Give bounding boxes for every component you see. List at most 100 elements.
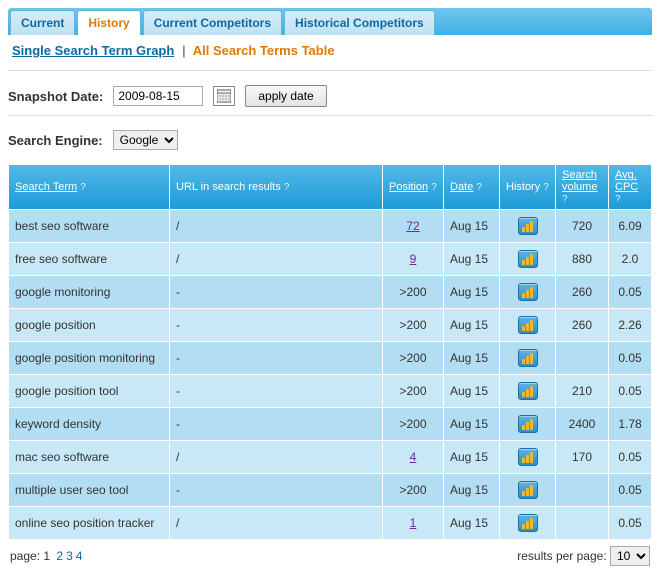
- cell-history[interactable]: [500, 210, 555, 242]
- table-row: google position tool->200Aug 152100.05: [9, 375, 651, 407]
- snapshot-label: Snapshot Date:: [8, 89, 103, 104]
- cell-history[interactable]: [500, 474, 555, 506]
- cell-cpc: 0.05: [609, 441, 651, 473]
- cell-url: -: [170, 474, 382, 506]
- tab-historical-competitors[interactable]: Historical Competitors: [284, 10, 435, 35]
- results-table: Search Term ? URL in search results ? Po…: [8, 164, 652, 540]
- cell-position: >200: [383, 276, 443, 308]
- cell-volume: 880: [556, 243, 608, 275]
- cell-volume: 260: [556, 309, 608, 341]
- cell-date: Aug 15: [444, 210, 499, 242]
- cell-volume: [556, 507, 608, 539]
- cell-url: /: [170, 441, 382, 473]
- cell-date: Aug 15: [444, 474, 499, 506]
- header-history: History ?: [500, 165, 555, 209]
- cell-history[interactable]: [500, 243, 555, 275]
- page-label: page:: [10, 549, 40, 563]
- cell-term: online seo position tracker: [9, 507, 169, 539]
- cell-term: keyword density: [9, 408, 169, 440]
- cell-cpc: 2.0: [609, 243, 651, 275]
- chart-icon[interactable]: [518, 316, 538, 334]
- page-link[interactable]: 4: [76, 549, 83, 563]
- chart-icon[interactable]: [518, 448, 538, 466]
- cell-term: google position: [9, 309, 169, 341]
- cell-date: Aug 15: [444, 375, 499, 407]
- cell-term: mac seo software: [9, 441, 169, 473]
- chart-icon[interactable]: [518, 283, 538, 301]
- chart-icon[interactable]: [518, 382, 538, 400]
- cell-date: Aug 15: [444, 408, 499, 440]
- cell-term: google monitoring: [9, 276, 169, 308]
- divider: [8, 70, 652, 71]
- cell-volume: [556, 342, 608, 374]
- pagination: page: 1 234: [10, 549, 82, 563]
- tab-current[interactable]: Current: [10, 10, 75, 35]
- cell-cpc: 1.78: [609, 408, 651, 440]
- cell-url: /: [170, 507, 382, 539]
- engine-row: Search Engine: Google: [8, 126, 652, 154]
- single-term-graph-link[interactable]: Single Search Term Graph: [12, 43, 174, 58]
- cell-url: -: [170, 375, 382, 407]
- table-row: free seo software/9Aug 158802.0: [9, 243, 651, 275]
- cell-url: -: [170, 276, 382, 308]
- all-terms-table-label: All Search Terms Table: [193, 43, 335, 58]
- cell-position[interactable]: 1: [383, 507, 443, 539]
- chart-icon[interactable]: [518, 250, 538, 268]
- apply-date-button[interactable]: apply date: [245, 85, 326, 107]
- cell-term: multiple user seo tool: [9, 474, 169, 506]
- cell-position: >200: [383, 408, 443, 440]
- cell-url: -: [170, 309, 382, 341]
- cell-date: Aug 15: [444, 441, 499, 473]
- header-cpc[interactable]: Avg. CPC ?: [609, 165, 651, 209]
- header-position[interactable]: Position ?: [383, 165, 443, 209]
- snapshot-row: Snapshot Date: apply date: [8, 81, 652, 111]
- table-row: best seo software/72Aug 157206.09: [9, 210, 651, 242]
- cell-history[interactable]: [500, 309, 555, 341]
- search-engine-select[interactable]: Google: [113, 130, 178, 150]
- cell-history[interactable]: [500, 507, 555, 539]
- cell-history[interactable]: [500, 276, 555, 308]
- cell-volume: 2400: [556, 408, 608, 440]
- header-volume[interactable]: Search volume ?: [556, 165, 608, 209]
- cell-position[interactable]: 4: [383, 441, 443, 473]
- chart-icon[interactable]: [518, 349, 538, 367]
- cell-cpc: 2.26: [609, 309, 651, 341]
- cell-date: Aug 15: [444, 243, 499, 275]
- calendar-icon: [217, 89, 231, 103]
- cell-cpc: 6.09: [609, 210, 651, 242]
- search-engine-label: Search Engine:: [8, 133, 103, 148]
- cell-history[interactable]: [500, 408, 555, 440]
- cell-history[interactable]: [500, 342, 555, 374]
- rpp-select[interactable]: 10: [610, 546, 650, 566]
- tab-current-competitors[interactable]: Current Competitors: [143, 10, 282, 35]
- cell-volume: 170: [556, 441, 608, 473]
- table-header-row: Search Term ? URL in search results ? Po…: [9, 165, 651, 209]
- chart-icon[interactable]: [518, 415, 538, 433]
- chart-icon[interactable]: [518, 514, 538, 532]
- divider: [8, 115, 652, 116]
- cell-url: /: [170, 243, 382, 275]
- cell-history[interactable]: [500, 441, 555, 473]
- snapshot-date-input[interactable]: [113, 86, 203, 106]
- page-link[interactable]: 3: [66, 549, 73, 563]
- cell-volume: 260: [556, 276, 608, 308]
- chart-icon[interactable]: [518, 481, 538, 499]
- tab-history[interactable]: History: [77, 10, 140, 35]
- cell-date: Aug 15: [444, 507, 499, 539]
- calendar-button[interactable]: [213, 86, 235, 106]
- cell-position[interactable]: 9: [383, 243, 443, 275]
- cell-history[interactable]: [500, 375, 555, 407]
- cell-position[interactable]: 72: [383, 210, 443, 242]
- chart-icon[interactable]: [518, 217, 538, 235]
- table-row: multiple user seo tool->200Aug 150.05: [9, 474, 651, 506]
- cell-volume: 720: [556, 210, 608, 242]
- header-search-term[interactable]: Search Term ?: [9, 165, 169, 209]
- table-row: mac seo software/4Aug 15 1700.05: [9, 441, 651, 473]
- cell-date: Aug 15: [444, 276, 499, 308]
- header-date[interactable]: Date ?: [444, 165, 499, 209]
- cell-volume: 210: [556, 375, 608, 407]
- cell-cpc: 0.05: [609, 375, 651, 407]
- cell-cpc: 0.05: [609, 276, 651, 308]
- page-link[interactable]: 2: [56, 549, 63, 563]
- cell-cpc: 0.05: [609, 474, 651, 506]
